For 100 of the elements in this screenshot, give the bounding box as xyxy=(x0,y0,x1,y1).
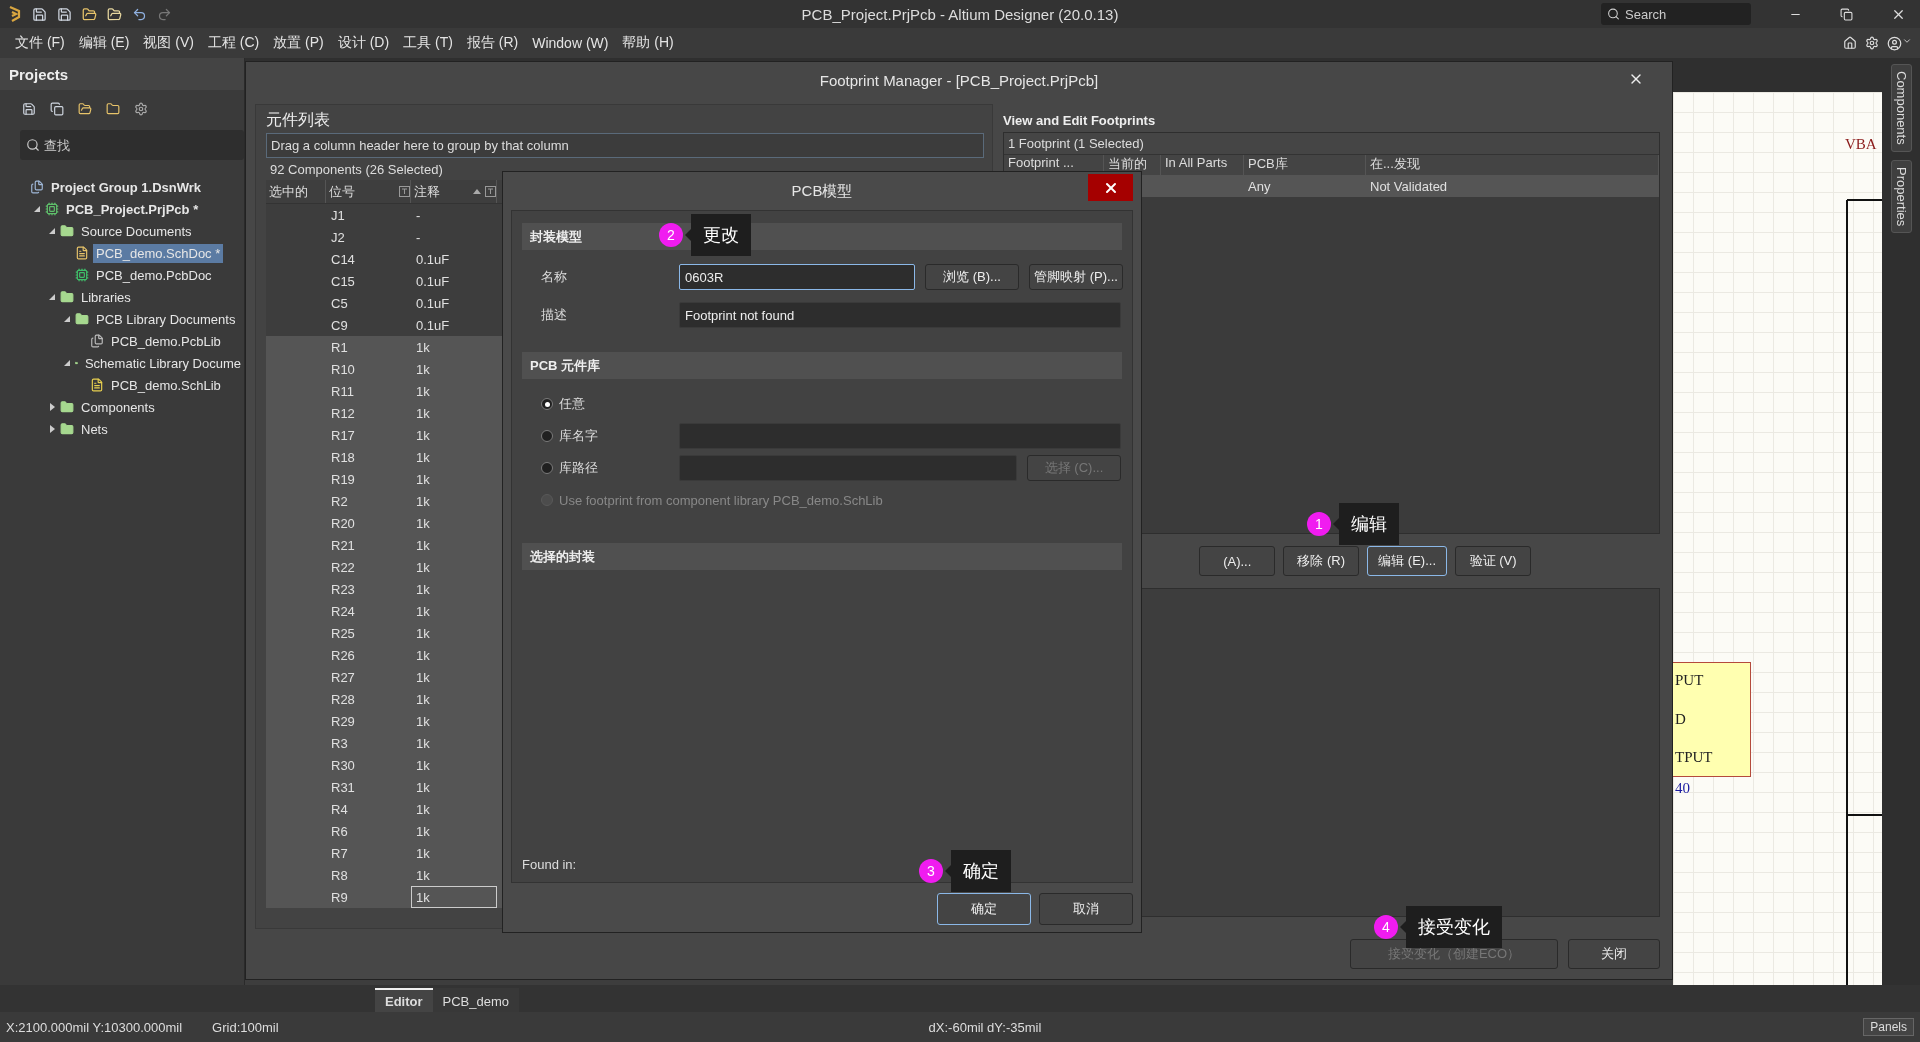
sort-icon[interactable] xyxy=(473,189,481,194)
search-field[interactable]: 查找 xyxy=(20,130,244,160)
expand-arrow-icon[interactable] xyxy=(48,425,56,433)
table-cell-text: R28 xyxy=(330,690,356,709)
tree-item[interactable]: Components xyxy=(78,397,158,417)
table-cell-text: R24 xyxy=(330,602,356,621)
copy-icon[interactable] xyxy=(50,102,64,116)
side-tab[interactable]: Components xyxy=(1890,64,1912,152)
side-tab[interactable]: Properties xyxy=(1890,159,1912,233)
table-cell-text: 0.1uF xyxy=(415,316,451,335)
radio-button[interactable] xyxy=(541,398,553,410)
document-tab[interactable]: PCB_demo xyxy=(432,988,520,1012)
tree-item[interactable]: PCB_demo.SchLib xyxy=(108,375,224,395)
tree-item[interactable]: PCB_Project.PrjPcb * xyxy=(63,199,202,219)
menu-item[interactable]: 编辑 (E) xyxy=(71,34,137,52)
description-field[interactable]: Footprint not found xyxy=(679,302,1121,328)
open-project-icon[interactable] xyxy=(107,6,122,22)
radio-button[interactable] xyxy=(541,462,553,474)
dialog-button[interactable]: 确定 xyxy=(937,893,1031,925)
search-icon xyxy=(26,138,40,152)
save-icon[interactable] xyxy=(22,102,36,116)
action-button[interactable]: 验证 (V) xyxy=(1455,546,1531,576)
table-cell-text: C5 xyxy=(330,294,349,313)
table-cell-text: R1 xyxy=(330,338,349,357)
tree-item[interactable]: PCB_demo.PcbLib xyxy=(108,331,224,351)
filter-icon[interactable] xyxy=(485,186,496,197)
annotation-label: 编辑 xyxy=(1339,503,1399,545)
save-icon[interactable] xyxy=(32,6,47,22)
tree-item[interactable]: Schematic Library Docume xyxy=(81,353,244,373)
menu-item[interactable]: 工程 (C) xyxy=(200,34,267,52)
library-icon xyxy=(90,334,104,348)
dialog-button[interactable]: 关闭 xyxy=(1568,939,1660,969)
collapse-arrow-icon[interactable] xyxy=(48,293,56,301)
table-cell-text: 1k xyxy=(415,558,431,577)
menu-item[interactable]: 帮助 (H) xyxy=(615,34,681,52)
radio-option[interactable]: 任意 xyxy=(522,395,585,413)
action-button[interactable]: 编辑 (E)... xyxy=(1367,546,1447,576)
menu-item[interactable]: 放置 (P) xyxy=(266,34,331,52)
table-cell-text: R8 xyxy=(330,866,349,885)
table-cell-text: C14 xyxy=(330,250,356,269)
column-header[interactable]: 注释 xyxy=(411,180,497,203)
restore-icon[interactable] xyxy=(1840,7,1853,21)
user-icon[interactable] xyxy=(1887,35,1912,51)
radio-option[interactable]: 库路径 xyxy=(522,459,669,477)
section-title: View and Edit Footprints xyxy=(1003,111,1157,130)
table-cell-text: R25 xyxy=(330,624,356,643)
menu-item[interactable]: 工具 (T) xyxy=(396,34,460,52)
radio-button[interactable] xyxy=(541,430,553,442)
tree-item[interactable]: Libraries xyxy=(78,287,134,307)
close-button[interactable] xyxy=(1088,174,1133,201)
column-header[interactable]: 位号 xyxy=(326,180,411,203)
table-cell-text: 1k xyxy=(415,712,431,731)
action-button[interactable]: 移除 (R) xyxy=(1283,546,1360,576)
dialog-button[interactable]: 取消 xyxy=(1039,893,1133,925)
browse-button[interactable]: 浏览 (B)... xyxy=(925,264,1019,290)
settings-icon[interactable] xyxy=(134,102,148,116)
search-field[interactable]: Search xyxy=(1601,3,1751,25)
tree-item[interactable]: Nets xyxy=(78,419,111,439)
tree-item[interactable]: PCB_demo.PcbDoc xyxy=(93,265,215,285)
undo-icon[interactable] xyxy=(132,6,147,22)
found-in-label: Found in: xyxy=(522,857,577,872)
pin-map-button[interactable]: 管脚映射 (P)... xyxy=(1029,264,1123,290)
table-cell-text: R23 xyxy=(330,580,356,599)
table-cell-text: R17 xyxy=(330,426,356,445)
schematic-label: 40 xyxy=(1675,780,1690,797)
window-title: PCB_Project.PrjPcb - Altium Designer (20.0.13) xyxy=(801,5,1119,23)
table-cell-text: 1k xyxy=(415,492,431,511)
panels-button[interactable]: Panels xyxy=(1863,1018,1914,1036)
action-button[interactable]: (A)... xyxy=(1199,546,1276,576)
tree-item[interactable]: Source Documents xyxy=(78,221,195,241)
menu-item[interactable]: 报告 (R) xyxy=(459,34,526,52)
name-field[interactable]: 0603R xyxy=(679,264,915,290)
collapse-arrow-icon[interactable] xyxy=(48,227,56,235)
tree-item[interactable]: Project Group 1.DsnWrk xyxy=(48,177,204,197)
table-cell-text: 1k xyxy=(415,646,431,665)
window-title: Footprint Manager - [PCB_Project.PrjPcb] xyxy=(819,71,1099,89)
collapse-arrow-icon[interactable] xyxy=(63,359,71,367)
radio-option[interactable]: 库名字 xyxy=(522,427,669,445)
column-header[interactable]: 选中的 xyxy=(266,180,326,203)
schematic-label: D xyxy=(1675,711,1686,728)
collapse-arrow-icon[interactable] xyxy=(33,205,41,213)
component-count: 92 Components (26 Selected) xyxy=(269,160,444,179)
save-all-icon[interactable] xyxy=(57,6,72,22)
redo-icon[interactable] xyxy=(157,6,172,22)
home-icon[interactable] xyxy=(1843,36,1857,50)
menu-item[interactable]: 设计 (D) xyxy=(330,34,397,52)
menu-item[interactable]: Window (W) xyxy=(525,35,616,51)
menu-item[interactable]: 文件 (F) xyxy=(8,34,72,52)
collapse-arrow-icon[interactable] xyxy=(63,315,71,323)
tree-item[interactable]: PCB Library Documents xyxy=(93,309,239,329)
library-icon xyxy=(90,378,104,392)
menu-item[interactable]: 视图 (V) xyxy=(136,34,201,52)
table-cell-text: R21 xyxy=(330,536,356,555)
table-cell-text: R12 xyxy=(330,404,356,423)
table-cell-text: R31 xyxy=(330,778,356,797)
open-folder-icon[interactable] xyxy=(82,6,97,22)
filter-icon[interactable] xyxy=(399,186,410,197)
expand-arrow-icon[interactable] xyxy=(48,403,56,411)
tree-item[interactable]: PCB_demo.SchDoc * xyxy=(93,243,224,263)
document-tab[interactable]: Editor xyxy=(375,988,433,1012)
